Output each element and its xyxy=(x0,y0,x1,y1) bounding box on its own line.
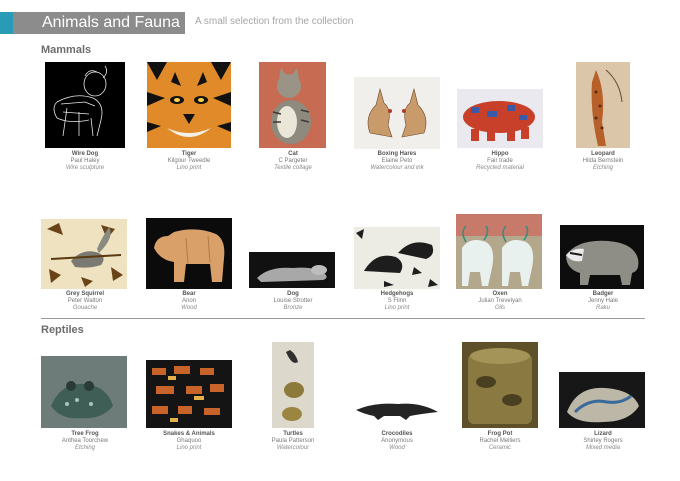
artwork-title: Cat xyxy=(288,151,298,157)
artwork-artist: Kilgour Tweedle xyxy=(167,158,211,164)
artwork-title: Lizard xyxy=(594,431,612,437)
artwork-crocodiles[interactable] xyxy=(354,392,440,422)
caption-wire-dog: Wire Dog Paul Haley Wire sculpture xyxy=(30,151,140,172)
caption-frog-pot: Frog Pot Rachel Melliers Ceramic xyxy=(445,431,555,452)
artwork-title: Wire Dog xyxy=(71,151,99,157)
section-title-reptiles: Reptiles xyxy=(41,324,84,336)
artwork-artist: Anonymous xyxy=(381,438,413,444)
artwork-title: Frog Pot xyxy=(487,431,513,437)
artwork-title: Hippo xyxy=(491,151,509,157)
artwork-artist: Julian Trevelyan xyxy=(478,298,522,304)
artwork-artist: Paul Haley xyxy=(70,158,100,164)
caption-leopard: Leopard Hilda Bernstein Etching xyxy=(548,151,658,172)
page-subtitle: A small selection from the collection xyxy=(195,16,354,27)
artwork-title: Tree Frog xyxy=(71,431,99,437)
artwork-medium: Lino print xyxy=(176,445,202,451)
artwork-oxen[interactable] xyxy=(456,214,542,289)
artwork-medium: Recycled material xyxy=(476,165,524,171)
caption-hippo: Hippo Fair trade Recycled material xyxy=(445,151,555,172)
caption-turtles: Turtles Paula Patterson Watercolour xyxy=(238,431,348,452)
artwork-artist: Hilda Bernstein xyxy=(582,158,624,164)
artwork-artist: Jenny Hale xyxy=(587,298,619,304)
caption-oxen: Oxen Julian Trevelyan Oils xyxy=(445,291,555,312)
artwork-wire-dog[interactable] xyxy=(45,62,125,148)
artwork-medium: Lino print xyxy=(384,305,410,311)
section-divider xyxy=(41,318,645,319)
artwork-medium: Watercolour xyxy=(276,445,310,451)
artwork-snakes-animals[interactable] xyxy=(146,360,232,428)
artwork-artist: Anthea Toorchew xyxy=(61,438,109,444)
caption-bear: Bear Anon Wood xyxy=(134,291,244,312)
caption-cat: Cat C Pargeter Textile collage xyxy=(238,151,348,172)
artwork-title: Oxen xyxy=(492,291,508,297)
caption-hedgehogs: Hedgehogs S Flinn Lino print xyxy=(342,291,452,312)
title-accent xyxy=(0,12,13,34)
artwork-artist: Louise Strotter xyxy=(273,298,313,304)
artwork-leopard[interactable] xyxy=(576,62,630,148)
artwork-artist: Shirley Rogers xyxy=(583,438,623,444)
artwork-title: Badger xyxy=(592,291,614,297)
artwork-artist: Rachel Melliers xyxy=(479,438,521,444)
artwork-medium: Wire sculpture xyxy=(65,165,105,171)
artwork-tiger[interactable] xyxy=(147,62,231,148)
artwork-title: Boxing Hares xyxy=(377,151,417,157)
artwork-medium: Etching xyxy=(592,165,613,171)
artwork-grey-squirrel[interactable] xyxy=(41,219,127,289)
artwork-tree-frog[interactable] xyxy=(41,356,127,428)
artwork-artist: Peter Walton xyxy=(67,298,103,304)
artwork-artist: Fair trade xyxy=(487,158,513,164)
page-title: Animals and Fauna xyxy=(42,14,180,31)
artwork-title: Turtles xyxy=(283,431,303,437)
artwork-lizard[interactable] xyxy=(559,372,645,428)
artwork-cat[interactable] xyxy=(259,62,326,148)
artwork-medium: Gouache xyxy=(72,305,98,311)
artwork-title: Dog xyxy=(287,291,299,297)
artwork-frog-pot[interactable] xyxy=(462,342,538,428)
title-bar: Animals and Fauna xyxy=(0,12,185,34)
caption-crocodiles: Crocodiles Anonymous Wood xyxy=(342,431,452,452)
artwork-boxing-hares[interactable] xyxy=(354,77,440,149)
artwork-bear[interactable] xyxy=(146,218,232,289)
caption-badger: Badger Jenny Hale Raku xyxy=(548,291,658,312)
section-title-mammals: Mammals xyxy=(41,44,92,56)
artwork-medium: Watercolour and ink xyxy=(370,165,424,171)
artwork-medium: Etching xyxy=(74,445,95,451)
caption-lizard: Lizard Shirley Rogers Mixed media xyxy=(548,431,658,452)
artwork-title: Crocodiles xyxy=(381,431,413,437)
artwork-medium: Ceramic xyxy=(488,445,512,451)
caption-boxing-hares: Boxing Hares Elaine Peto Watercolour and… xyxy=(342,151,452,172)
caption-tree-frog: Tree Frog Anthea Toorchew Etching xyxy=(30,431,140,452)
artwork-artist: S Flinn xyxy=(387,298,407,304)
artwork-artist: Paula Patterson xyxy=(271,438,315,444)
artwork-medium: Wood xyxy=(181,305,197,311)
artwork-hippo[interactable] xyxy=(457,89,543,148)
artwork-artist: Ghaquoo xyxy=(176,438,202,444)
artwork-title: Snakes & Animals xyxy=(163,431,215,437)
artwork-title: Leopard xyxy=(591,151,615,157)
artwork-medium: Lino print xyxy=(176,165,202,171)
artwork-artist: Elaine Peto xyxy=(381,158,413,164)
artwork-title: Tiger xyxy=(181,151,197,157)
artwork-medium: Textile collage xyxy=(274,165,312,171)
artwork-badger[interactable] xyxy=(560,225,644,289)
artwork-title: Grey Squirrel xyxy=(65,291,104,297)
artwork-medium: Raku xyxy=(595,305,610,311)
artwork-title: Bear xyxy=(182,291,196,297)
artwork-dog-bronze[interactable] xyxy=(249,252,335,288)
caption-snakes-animals: Snakes & Animals Ghaquoo Lino print xyxy=(134,431,244,452)
artwork-medium: Bronze xyxy=(283,305,303,311)
artwork-hedgehogs[interactable] xyxy=(354,227,440,289)
artwork-artist: Anon xyxy=(181,298,196,304)
artwork-medium: Oils xyxy=(494,305,506,311)
caption-tiger: Tiger Kilgour Tweedle Lino print xyxy=(134,151,244,172)
artwork-title: Hedgehogs xyxy=(380,291,414,297)
caption-dog: Dog Louise Strotter Bronze xyxy=(238,291,348,312)
artwork-medium: Mixed media xyxy=(585,445,620,451)
artwork-turtles[interactable] xyxy=(272,342,314,428)
caption-grey-squirrel: Grey Squirrel Peter Walton Gouache xyxy=(30,291,140,312)
artwork-medium: Wood xyxy=(389,445,405,451)
artwork-artist: C Pargeter xyxy=(278,158,308,164)
